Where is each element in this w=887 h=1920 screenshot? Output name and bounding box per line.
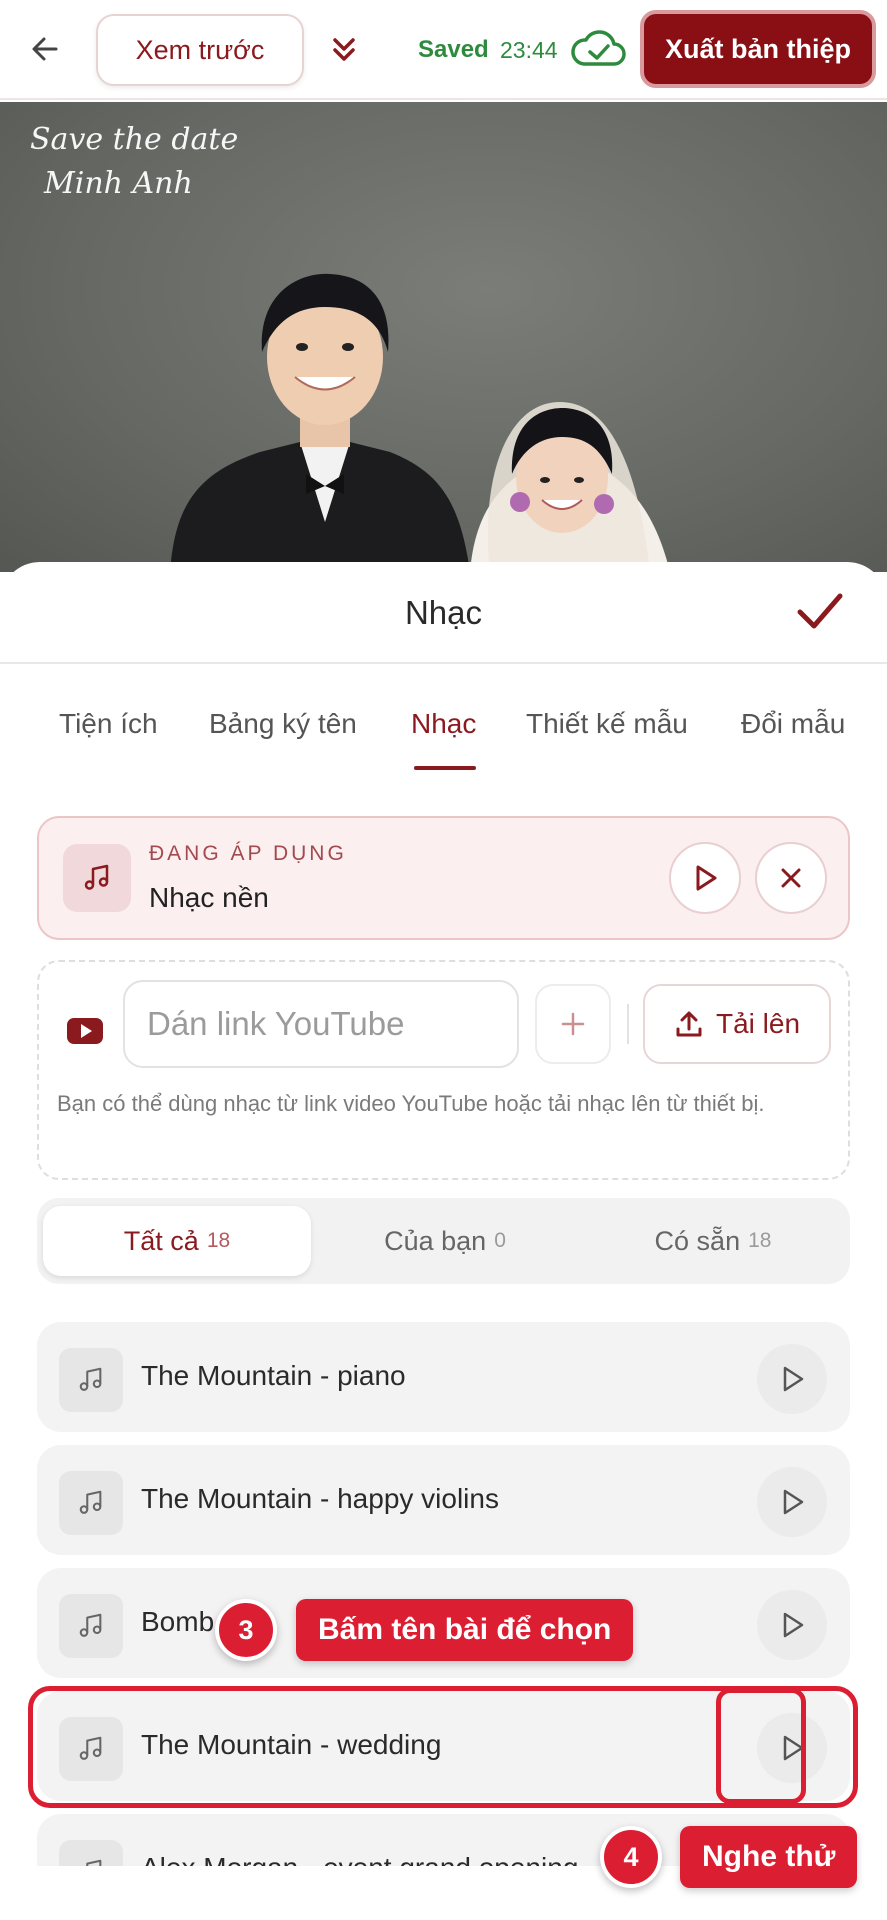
saved-time: 23:44 bbox=[500, 37, 558, 63]
music-note-icon bbox=[59, 1594, 123, 1658]
youtube-link-input[interactable]: Dán link YouTube bbox=[123, 980, 519, 1068]
step-3-label: Bấm tên bài để chọn bbox=[296, 1599, 634, 1661]
upload-icon bbox=[676, 1011, 702, 1037]
applied-music-card: ĐANG ÁP DỤNG Nhạc nền bbox=[37, 816, 850, 940]
upload-label: Tải lên bbox=[715, 1008, 801, 1039]
filter-all-label: Tất cả bbox=[123, 1225, 199, 1256]
music-source-hint: Bạn có thể dùng nhạc từ link video YouTu… bbox=[57, 1091, 765, 1116]
music-note-icon bbox=[59, 1471, 123, 1535]
highlight-play-button bbox=[716, 1688, 806, 1804]
add-link-button[interactable] bbox=[535, 984, 611, 1064]
divider bbox=[627, 1004, 629, 1044]
step-4-label: Nghe thử bbox=[680, 1826, 858, 1888]
active-tab-indicator bbox=[414, 766, 476, 770]
saved-status: Saved bbox=[418, 36, 489, 63]
cloud-check-icon bbox=[571, 30, 626, 66]
publish-button[interactable]: Xuất bản thiệp bbox=[640, 10, 876, 88]
remove-music-button[interactable] bbox=[755, 842, 827, 914]
tab-music[interactable]: Nhạc bbox=[411, 708, 476, 740]
sheet-title: Nhạc bbox=[404, 594, 483, 631]
tab-utilities[interactable]: Tiện ích bbox=[59, 708, 158, 740]
sheet-header: Nhạc bbox=[0, 562, 887, 664]
track-name[interactable]: Bomb bbox=[141, 1606, 214, 1638]
track-play-button[interactable] bbox=[757, 1467, 827, 1537]
music-filter: Tất cả 18 Của bạn 0 Có sẵn 18 bbox=[37, 1198, 850, 1284]
card-preview-photo: Save the date Minh Anh bbox=[0, 102, 887, 572]
youtube-icon bbox=[67, 1018, 103, 1044]
music-note-icon bbox=[63, 844, 131, 912]
filter-yours[interactable]: Của bạn 0 bbox=[311, 1206, 579, 1276]
filter-available-count: 18 bbox=[748, 1229, 772, 1252]
applied-track-name: Nhạc nền bbox=[149, 882, 269, 913]
track-name[interactable]: The Mountain - piano bbox=[141, 1360, 406, 1392]
arrow-left-icon bbox=[32, 37, 58, 61]
music-source-box: Dán link YouTube Tải lên Bạn có thể dùng… bbox=[37, 960, 850, 1180]
play-icon bbox=[783, 1366, 804, 1392]
filter-all[interactable]: Tất cả 18 bbox=[43, 1206, 311, 1276]
track-item[interactable]: The Mountain - piano bbox=[37, 1322, 850, 1432]
applied-status-label: ĐANG ÁP DỤNG bbox=[149, 842, 347, 865]
close-icon bbox=[781, 868, 801, 888]
collapse-button[interactable] bbox=[322, 28, 366, 72]
tab-bar: Tiện ích Bảng ký tên Nhạc Thiết kế mẫu Đ… bbox=[0, 708, 887, 778]
checkmark-confirm-icon[interactable] bbox=[794, 588, 846, 636]
plus-icon bbox=[561, 1012, 585, 1036]
tab-design-template[interactable]: Thiết kế mẫu bbox=[526, 708, 688, 740]
filter-available[interactable]: Có sẵn 18 bbox=[579, 1206, 847, 1276]
upload-button[interactable]: Tải lên bbox=[643, 984, 831, 1064]
back-button[interactable] bbox=[22, 26, 68, 72]
filter-yours-label: Của bạn bbox=[384, 1225, 487, 1256]
step-4-badge: 4 bbox=[600, 1826, 662, 1888]
track-item[interactable]: The Mountain - happy violins bbox=[37, 1445, 850, 1555]
play-icon bbox=[783, 1612, 804, 1638]
preview-button[interactable]: Xem trước bbox=[96, 14, 304, 86]
track-name[interactable]: The Mountain - happy violins bbox=[141, 1483, 499, 1515]
track-play-button[interactable] bbox=[757, 1590, 827, 1660]
tab-guestbook[interactable]: Bảng ký tên bbox=[209, 708, 357, 740]
filter-available-label: Có sẵn bbox=[654, 1225, 741, 1256]
step-3-badge: 3 bbox=[215, 1599, 277, 1661]
couple-photo bbox=[170, 273, 670, 572]
music-note-icon bbox=[59, 1348, 123, 1412]
track-play-button[interactable] bbox=[757, 1344, 827, 1414]
play-icon bbox=[783, 1489, 804, 1515]
filter-yours-count: 0 bbox=[494, 1229, 506, 1252]
filter-all-count: 18 bbox=[206, 1229, 231, 1252]
top-bar: Xem trước Saved 23:44 Xuất bản thiệp bbox=[0, 0, 887, 100]
play-icon bbox=[696, 865, 717, 891]
double-chevron-down-icon bbox=[333, 38, 355, 61]
applied-play-button[interactable] bbox=[669, 842, 741, 914]
tab-change-template[interactable]: Đổi mẫu bbox=[741, 708, 845, 740]
